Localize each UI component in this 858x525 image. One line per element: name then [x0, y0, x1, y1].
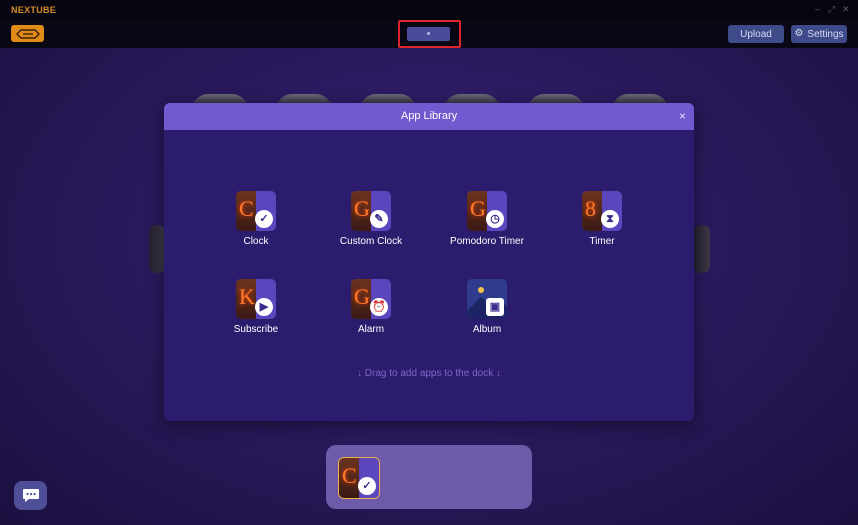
app-badge: ⧗ — [601, 210, 619, 228]
pomodoro-app-icon: G ◷ — [467, 191, 507, 231]
settings-label: Settings — [807, 28, 844, 40]
app-label: Alarm — [357, 324, 385, 335]
tube-logo-shape — [15, 28, 40, 39]
gear-icon: ⚙ — [794, 28, 804, 39]
maximize-icon[interactable]: ⤢ — [828, 4, 835, 14]
app-item-album[interactable]: ▣ Album — [432, 279, 542, 335]
app-library-modal: App Library × C ✓ Clock G ✎ Custom Clock… — [164, 103, 694, 421]
app-item-timer[interactable]: 8 ⧗ Timer — [547, 191, 657, 247]
app-badge: ✎ — [370, 210, 388, 228]
app-item-custom-clock[interactable]: G ✎ Custom Clock — [316, 191, 426, 247]
nixie-glyph: K — [239, 284, 255, 309]
nixie-glyph: C — [239, 196, 254, 221]
app-badge: ▣ — [486, 298, 504, 316]
app-label: Clock — [243, 236, 269, 247]
settings-button[interactable]: ⚙ Settings — [791, 25, 847, 43]
dock-item-clock[interactable]: C ✓ — [338, 457, 380, 499]
nixie-tube — [149, 225, 165, 273]
nixie-tube — [694, 225, 710, 273]
timer-app-icon: 8 ⧗ — [582, 191, 622, 231]
tube-logo-icon[interactable] — [11, 25, 44, 42]
app-brand: NEXTUBE — [11, 5, 57, 15]
upload-button[interactable]: Upload — [728, 25, 784, 43]
clock-app-icon: C ✓ — [236, 191, 276, 231]
app-badge: ✓ — [358, 477, 376, 495]
app-item-alarm[interactable]: G ⏰ Alarm — [316, 279, 426, 335]
app-label: Album — [472, 324, 502, 335]
nixie-glyph: G — [354, 284, 370, 309]
app-badge: ⏰ — [370, 298, 388, 316]
close-icon[interactable]: × — [679, 109, 686, 123]
drag-hint: ↓ Drag to add apps to the dock ↓ — [357, 368, 501, 379]
nixie-glyph: 8 — [585, 196, 596, 221]
nixie-glyph: C — [342, 463, 357, 488]
app-badge: ◷ — [486, 210, 504, 228]
title-bar: NEXTUBE – ⤢ ✕ — [0, 0, 858, 20]
app-label: Custom Clock — [339, 236, 403, 247]
alarm-app-icon: G ⏰ — [351, 279, 391, 319]
highlight-annotation — [398, 20, 461, 48]
app-item-subscribe[interactable]: K ▶ Subscribe — [201, 279, 311, 335]
album-app-icon: ▣ — [467, 279, 507, 319]
minimize-icon[interactable]: – — [815, 4, 820, 14]
close-window-icon[interactable]: ✕ — [842, 4, 850, 14]
clock-app-icon: C ✓ — [339, 458, 379, 498]
app-item-clock[interactable]: C ✓ Clock — [201, 191, 311, 247]
app-label: Subscribe — [233, 324, 279, 335]
app-badge: ▶ — [255, 298, 273, 316]
app-dock[interactable]: C ✓ — [326, 445, 532, 509]
chat-button[interactable] — [14, 481, 47, 510]
nixie-glyph: G — [470, 196, 486, 221]
nixie-glyph: G — [354, 196, 370, 221]
app-label: Timer — [589, 236, 615, 247]
modal-title: App Library — [400, 110, 458, 122]
app-badge: ✓ — [255, 210, 273, 228]
custom-clock-app-icon: G ✎ — [351, 191, 391, 231]
app-item-pomodoro-timer[interactable]: G ◷ Pomodoro Timer — [432, 191, 542, 247]
subscribe-app-icon: K ▶ — [236, 279, 276, 319]
chat-icon — [22, 489, 39, 502]
app-label: Pomodoro Timer — [450, 236, 524, 247]
